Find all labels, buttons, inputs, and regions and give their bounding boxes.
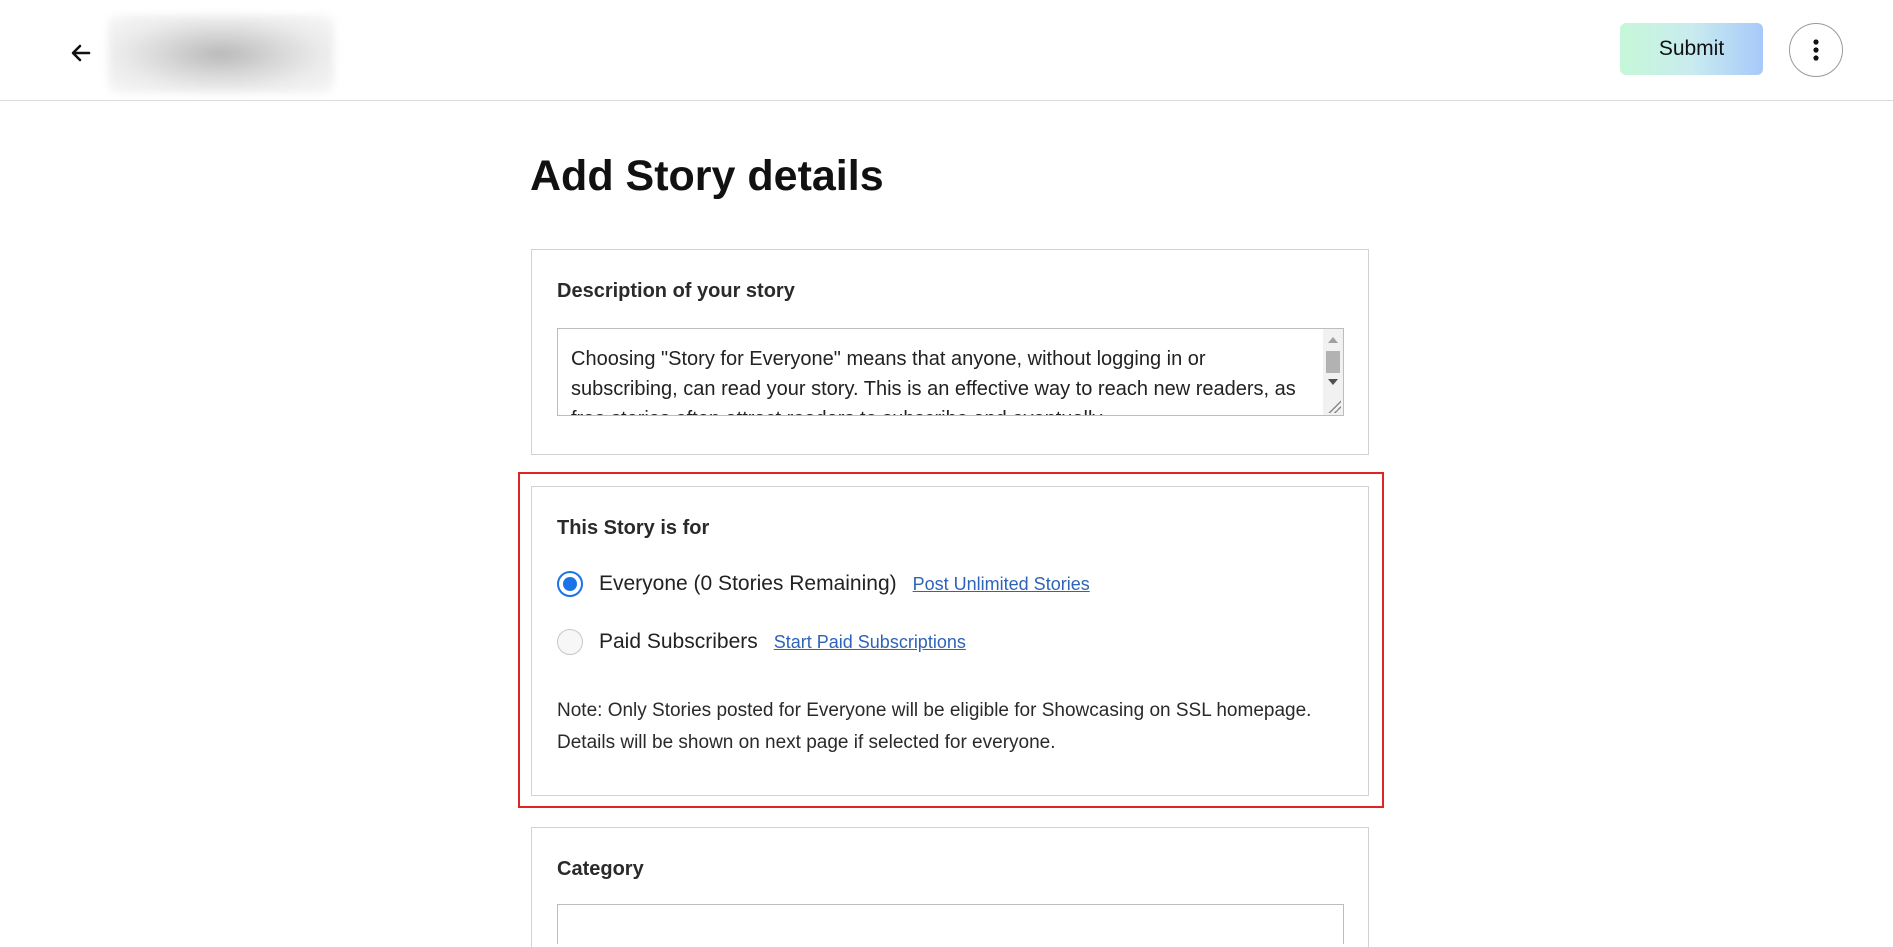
post-unlimited-stories-link[interactable]: Post Unlimited Stories bbox=[913, 574, 1090, 595]
scroll-down-arrow-icon[interactable] bbox=[1328, 379, 1338, 385]
category-label: Category bbox=[557, 858, 644, 880]
top-bar: Submit bbox=[0, 0, 1893, 101]
more-options-button[interactable] bbox=[1789, 23, 1843, 77]
radio-selected-dot bbox=[563, 577, 577, 591]
blurred-logo bbox=[108, 15, 334, 93]
category-select[interactable] bbox=[557, 904, 1344, 944]
audience-card: This Story is for Everyone (0 Stories Re… bbox=[531, 486, 1369, 796]
radio-label-everyone: Everyone (0 Stories Remaining) bbox=[599, 572, 897, 595]
submit-button[interactable]: Submit bbox=[1620, 23, 1763, 75]
arrow-left-icon bbox=[71, 44, 91, 62]
radio-paid-subscribers[interactable] bbox=[557, 629, 583, 655]
description-label: Description of your story bbox=[557, 280, 795, 302]
audience-note: Note: Only Stories posted for Everyone w… bbox=[557, 700, 1312, 753]
audience-option-everyone[interactable]: Everyone (0 Stories Remaining) Post Unli… bbox=[557, 569, 1090, 599]
radio-everyone[interactable] bbox=[557, 571, 583, 597]
scroll-up-arrow-icon[interactable] bbox=[1328, 337, 1338, 343]
more-vertical-icon bbox=[1813, 39, 1819, 61]
resize-grip-icon[interactable] bbox=[1327, 399, 1341, 413]
page-title: Add Story details bbox=[530, 152, 884, 200]
category-card: Category bbox=[531, 827, 1369, 947]
audience-label: This Story is for bbox=[557, 517, 710, 539]
scroll-thumb[interactable] bbox=[1326, 351, 1340, 373]
description-text: Choosing "Story for Everyone" means that… bbox=[571, 348, 1296, 415]
description-textarea[interactable]: Choosing "Story for Everyone" means that… bbox=[557, 328, 1344, 416]
audience-option-paid[interactable]: Paid Subscribers Start Paid Subscription… bbox=[557, 627, 966, 657]
start-paid-subscriptions-link[interactable]: Start Paid Subscriptions bbox=[774, 632, 966, 653]
description-card: Description of your story Choosing "Stor… bbox=[531, 249, 1369, 455]
radio-label-paid-subscribers: Paid Subscribers bbox=[599, 630, 758, 653]
back-button[interactable] bbox=[62, 34, 100, 72]
